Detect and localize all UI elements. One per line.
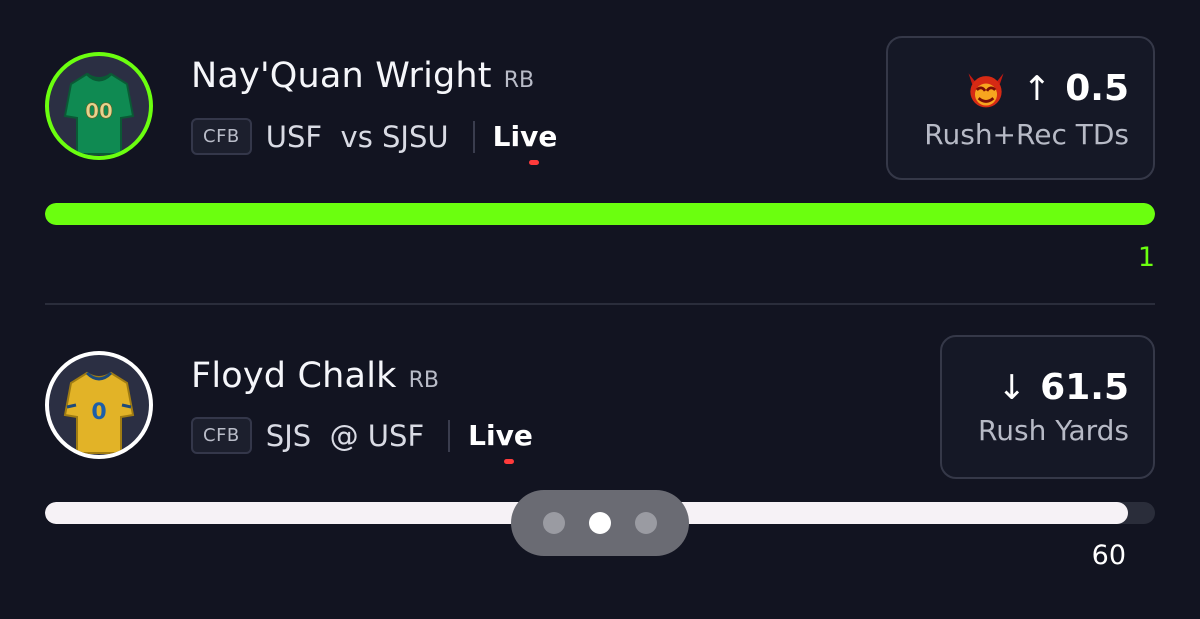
player-avatar: 00 xyxy=(45,52,153,160)
demon-icon xyxy=(968,72,1004,107)
pick-stat: Rush+Rec TDs xyxy=(924,117,1129,151)
divider xyxy=(472,120,475,153)
player-card-2[interactable]: 0 Floyd Chalk RB CFB SJS @ USF Live ↓ 61… xyxy=(0,304,1200,619)
arrow-up-icon: ↑ xyxy=(1022,68,1052,109)
divider xyxy=(448,419,451,452)
player-avatar: 0 xyxy=(45,351,153,459)
live-indicator-dot xyxy=(504,459,515,464)
live-indicator-dot xyxy=(528,160,539,165)
game-meta: CFB SJS @ USF Live xyxy=(191,417,533,464)
matchup-text: USF vs SJSU xyxy=(265,119,449,154)
player-name: Nay'Quan Wright xyxy=(191,56,492,96)
player-name-line: Nay'Quan Wright RB xyxy=(191,56,534,96)
player-name: Floyd Chalk xyxy=(191,356,397,396)
league-badge: CFB xyxy=(191,118,252,155)
arrow-down-icon: ↓ xyxy=(997,367,1027,408)
live-status: Live xyxy=(468,419,533,464)
player-position: RB xyxy=(408,368,439,393)
svg-text:0: 0 xyxy=(91,400,106,425)
page-dot[interactable] xyxy=(635,512,657,534)
pick-line: 61.5 xyxy=(1040,367,1129,408)
page-indicator[interactable] xyxy=(511,490,689,556)
game-meta: CFB USF vs SJSU Live xyxy=(191,118,558,165)
jersey-icon: 0 xyxy=(63,371,135,454)
progress-value: 60 xyxy=(1091,540,1126,571)
live-status-label: Live xyxy=(492,120,558,153)
league-badge: CFB xyxy=(191,417,252,454)
progress-bar xyxy=(45,203,1155,225)
live-status-label: Live xyxy=(468,419,533,452)
player-card-1[interactable]: 00 Nay'Quan Wright RB CFB USF vs SJSU Li… xyxy=(0,0,1200,304)
progress-value: 1 xyxy=(1137,242,1155,273)
page-dot[interactable] xyxy=(543,512,565,534)
live-status: Live xyxy=(492,120,558,165)
pick-line: 0.5 xyxy=(1065,68,1129,109)
svg-text:00: 00 xyxy=(85,99,113,123)
pick-box[interactable]: ↓ 61.5 Rush Yards xyxy=(940,335,1155,479)
progress-fill xyxy=(45,203,1155,225)
page-dot-active[interactable] xyxy=(589,512,611,534)
jersey-icon: 00 xyxy=(63,72,135,155)
pick-stat: Rush Yards xyxy=(978,414,1129,447)
player-name-line: Floyd Chalk RB xyxy=(191,356,439,396)
matchup-text: SJS @ USF xyxy=(265,418,425,453)
player-position: RB xyxy=(503,68,535,93)
pick-box[interactable]: ↑ 0.5 Rush+Rec TDs xyxy=(886,36,1155,180)
